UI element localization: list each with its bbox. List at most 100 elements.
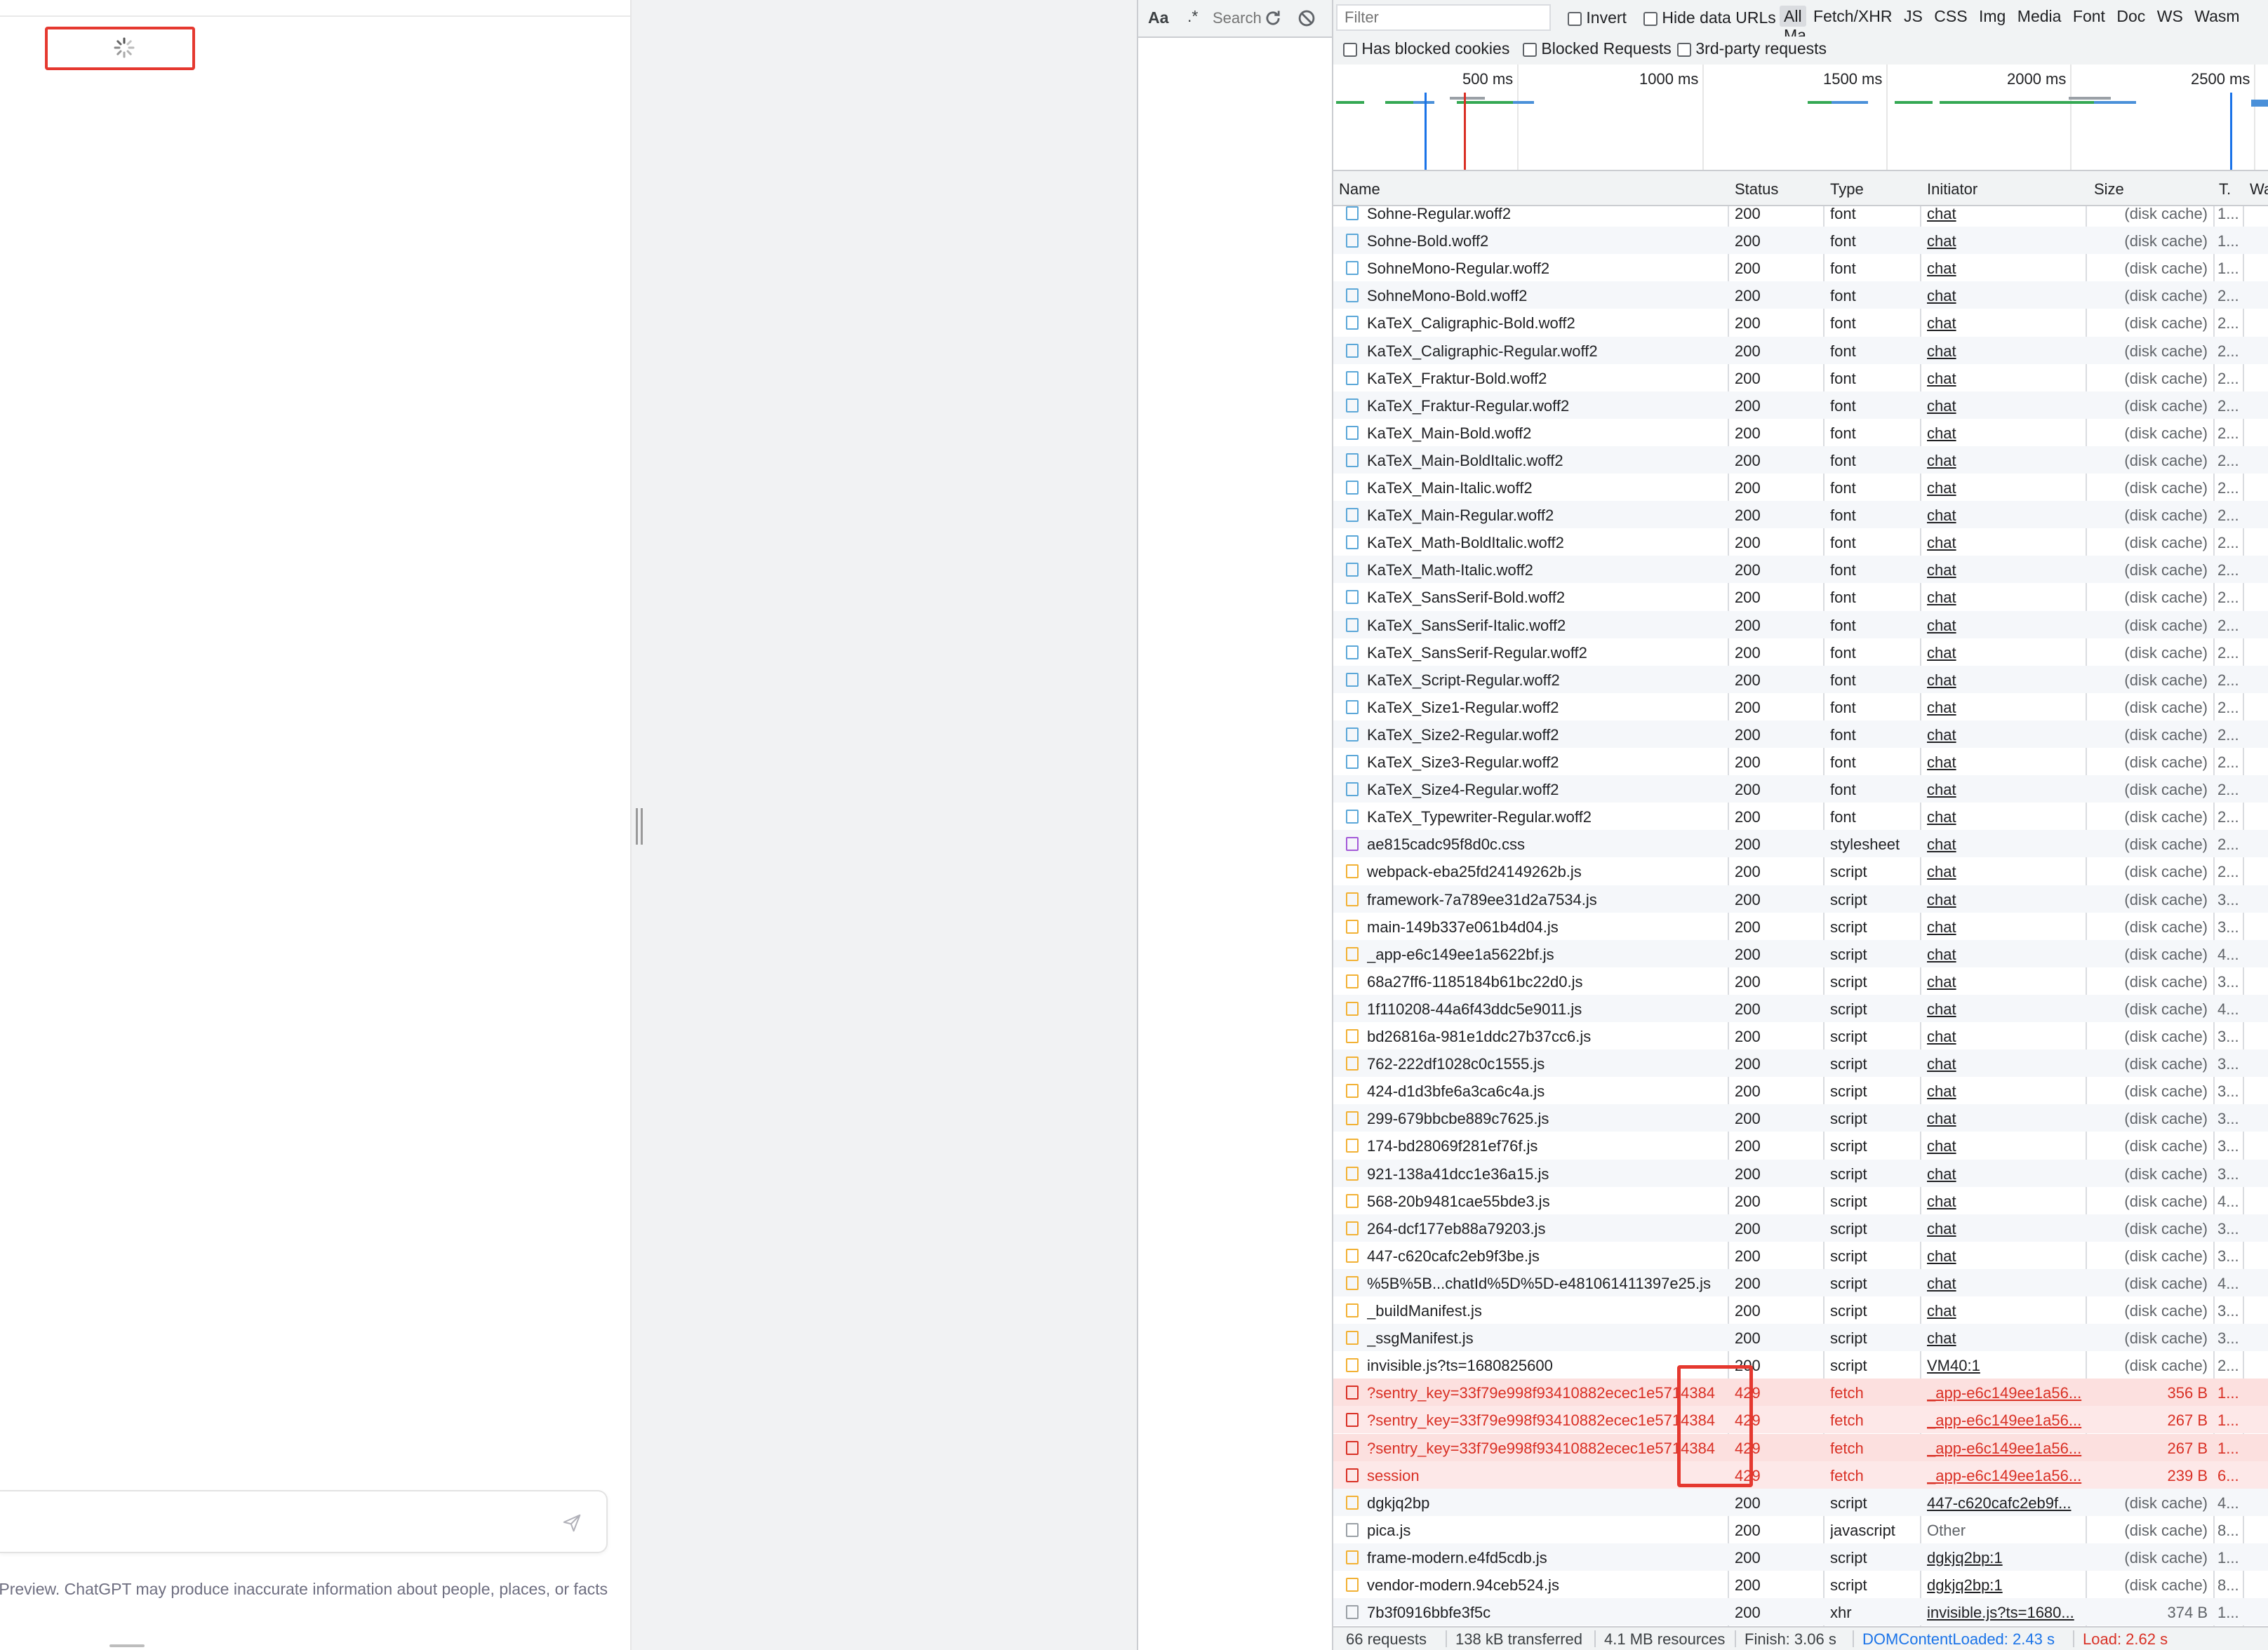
request-initiator[interactable]: chat	[1927, 314, 2086, 333]
request-initiator[interactable]: chat	[1927, 1082, 2086, 1101]
request-initiator[interactable]: dgkjq2bp:1	[1927, 1576, 2086, 1595]
request-initiator[interactable]: chat	[1927, 1055, 2086, 1073]
request-initiator[interactable]: chat	[1927, 287, 2086, 305]
type-filter-fetch-xhr[interactable]: Fetch/XHR	[1809, 6, 1896, 27]
request-name[interactable]: _ssgManifest.js	[1367, 1329, 1725, 1348]
table-row[interactable]: Sohne-Bold.woff2 200 font chat (disk cache) 1…	[1333, 227, 2268, 255]
table-row[interactable]: 762-222df1028c0c1555.js 200 script chat (dis…	[1333, 1049, 2268, 1078]
table-row[interactable]: KaTeX_SansSerif-Bold.woff2 200 font chat (di…	[1333, 583, 2268, 610]
request-name[interactable]: 7b3f0916bbfe3f5c	[1367, 1604, 1725, 1622]
has-blocked-cookies-option[interactable]: Has blocked cookies	[1343, 39, 1509, 58]
request-name[interactable]: 264-dcf177eb88a79203.js	[1367, 1220, 1725, 1238]
match-case-button[interactable]: Aa	[1148, 8, 1168, 27]
request-name[interactable]: session	[1367, 1467, 1725, 1485]
request-name[interactable]: KaTeX_Main-Italic.woff2	[1367, 479, 1725, 497]
table-row[interactable]: _buildManifest.js 200 script chat (disk cach…	[1333, 1296, 2268, 1324]
table-row[interactable]: 568-20b9481cae55bde3.js 200 script chat (dis…	[1333, 1187, 2268, 1214]
request-name[interactable]: bd26816a-981e1ddc27b37cc6.js	[1367, 1028, 1725, 1046]
request-name[interactable]: 447-c620cafc2eb9f3be.js	[1367, 1247, 1725, 1266]
table-row[interactable]: main-149b337e061b4d04.js 200 script chat (di…	[1333, 913, 2268, 940]
type-filter-all[interactable]: All	[1780, 6, 1806, 27]
blocked-requests-option[interactable]: Blocked Requests	[1523, 39, 1672, 58]
table-row[interactable]: KaTeX_Size3-Regular.woff2 200 font chat (dis…	[1333, 748, 2268, 775]
third-party-requests-checkbox[interactable]	[1677, 42, 1691, 57]
request-initiator[interactable]: chat	[1927, 507, 2086, 525]
request-initiator[interactable]: chat	[1927, 808, 2086, 826]
request-name[interactable]: KaTeX_Main-BoldItalic.woff2	[1367, 452, 1725, 470]
table-row[interactable]: KaTeX_Caligraphic-Regular.woff2 200 font ch…	[1333, 336, 2268, 364]
table-row[interactable]: KaTeX_SansSerif-Regular.woff2 200 font chat…	[1333, 638, 2268, 666]
request-name[interactable]: ?sentry_key=33f79e998f93410882ecec1e5714…	[1367, 1440, 1725, 1458]
request-name[interactable]: framework-7a789ee31d2a7534.js	[1367, 891, 1725, 909]
regex-button[interactable]: .*	[1187, 7, 1198, 26]
request-initiator[interactable]: chat	[1927, 397, 2086, 415]
request-name[interactable]: 762-222df1028c0c1555.js	[1367, 1055, 1725, 1073]
request-name[interactable]: pica.js	[1367, 1522, 1725, 1540]
request-initiator[interactable]: chat	[1927, 589, 2086, 607]
request-name[interactable]: KaTeX_SansSerif-Regular.woff2	[1367, 644, 1725, 662]
invert-option[interactable]: Invert	[1568, 8, 1627, 27]
request-name[interactable]: KaTeX_SansSerif-Bold.woff2	[1367, 589, 1725, 607]
request-initiator[interactable]: chat	[1927, 1110, 2086, 1128]
table-row[interactable]: KaTeX_Size2-Regular.woff2 200 font chat (dis…	[1333, 720, 2268, 748]
request-name[interactable]: frame-modern.e4fd5cdb.js	[1367, 1549, 1725, 1567]
request-name[interactable]: Sohne-Bold.woff2	[1367, 232, 1725, 250]
request-initiator[interactable]: chat	[1927, 424, 2086, 443]
table-row[interactable]: SohneMono-Bold.woff2 200 font chat (disk cac…	[1333, 281, 2268, 309]
table-row[interactable]: KaTeX_Fraktur-Bold.woff2 200 font chat (disk…	[1333, 364, 2268, 391]
table-row[interactable]: KaTeX_Math-BoldItalic.woff2 200 font chat (d…	[1333, 528, 2268, 556]
request-initiator[interactable]: chat	[1927, 836, 2086, 854]
send-icon[interactable]	[561, 1512, 582, 1534]
request-name[interactable]: main-149b337e061b4d04.js	[1367, 918, 1725, 937]
search-input[interactable]	[1213, 7, 1262, 29]
type-filter-css[interactable]: CSS	[1930, 6, 1971, 27]
table-row[interactable]: KaTeX_Math-Italic.woff2 200 font chat (disk …	[1333, 556, 2268, 584]
request-initiator[interactable]: chat	[1927, 973, 2086, 991]
request-initiator[interactable]: chat	[1927, 863, 2086, 881]
table-row[interactable]: webpack-eba25fd24149262b.js 200 script chat…	[1333, 857, 2268, 885]
has-blocked-cookies-checkbox[interactable]	[1343, 42, 1357, 57]
request-initiator[interactable]: chat	[1927, 1000, 2086, 1019]
request-initiator[interactable]: chat	[1927, 1165, 2086, 1183]
table-row[interactable]: 1f110208-44a6f43ddc5e9011.js 200 script cha…	[1333, 994, 2268, 1022]
table-row[interactable]: SohneMono-Regular.woff2 200 font chat (disk …	[1333, 254, 2268, 281]
table-row[interactable]: pica.js 200 javascript Other (disk cache) 8..…	[1333, 1516, 2268, 1543]
invert-checkbox[interactable]	[1568, 11, 1582, 26]
request-initiator[interactable]: chat	[1927, 370, 2086, 388]
request-name[interactable]: KaTeX_Typewriter-Regular.woff2	[1367, 808, 1725, 826]
request-initiator[interactable]: chat	[1927, 726, 2086, 744]
request-name[interactable]: KaTeX_Main-Regular.woff2	[1367, 507, 1725, 525]
column-header-waterfall[interactable]: Waterfall	[2250, 180, 2268, 199]
request-name[interactable]: KaTeX_Script-Regular.woff2	[1367, 671, 1725, 690]
table-row[interactable]: ?sentry_key=33f79e998f93410882ecec1e5714…	[1333, 1433, 2268, 1461]
table-row[interactable]: _app-e6c149ee1a5622bf.js 200 script chat (di…	[1333, 939, 2268, 967]
type-filter-js[interactable]: JS	[1900, 6, 1927, 27]
table-row[interactable]: KaTeX_Main-Italic.woff2 200 font chat (disk …	[1333, 474, 2268, 501]
pane-splitter-handle[interactable]	[636, 808, 644, 845]
request-name[interactable]: 299-679bbcbe889c7625.js	[1367, 1110, 1725, 1128]
request-initiator[interactable]: _app-e6c149ee1a56...	[1927, 1467, 2086, 1485]
type-filter-wasm[interactable]: Wasm	[2190, 6, 2243, 27]
clear-icon[interactable]	[1297, 8, 1316, 28]
request-initiator[interactable]: chat	[1927, 342, 2086, 361]
request-initiator[interactable]: VM40:1	[1927, 1357, 2086, 1375]
refresh-icon[interactable]	[1263, 8, 1283, 28]
table-row[interactable]: invisible.js?ts=1680825600 200 script VM40:…	[1333, 1351, 2268, 1379]
request-initiator[interactable]: _app-e6c149ee1a56...	[1927, 1384, 2086, 1402]
request-name[interactable]: webpack-eba25fd24149262b.js	[1367, 863, 1725, 881]
hide-data-urls-option[interactable]: Hide data URLs	[1643, 8, 1776, 27]
request-initiator[interactable]: chat	[1927, 1028, 2086, 1046]
request-name[interactable]: KaTeX_Math-BoldItalic.woff2	[1367, 534, 1725, 552]
request-initiator[interactable]: chat	[1927, 644, 2086, 662]
request-name[interactable]: 424-d1d3bfe6a3ca6c4a.js	[1367, 1082, 1725, 1101]
request-initiator[interactable]: _app-e6c149ee1a56...	[1927, 1440, 2086, 1458]
table-row[interactable]: 921-138a41dcc1e36a15.js 200 script chat (dis…	[1333, 1159, 2268, 1187]
request-name[interactable]: _buildManifest.js	[1367, 1302, 1725, 1320]
table-row[interactable]: Sohne-Regular.woff2 200 font chat (disk cach…	[1333, 206, 2268, 227]
column-header-initiator[interactable]: Initiator	[1927, 180, 1977, 199]
request-initiator[interactable]: chat	[1927, 479, 2086, 497]
request-initiator[interactable]: chat	[1927, 206, 2086, 223]
request-name[interactable]: 174-bd28069f281ef76f.js	[1367, 1137, 1725, 1155]
table-row[interactable]: 264-dcf177eb88a79203.js 200 script chat (dis…	[1333, 1214, 2268, 1242]
request-initiator[interactable]: chat	[1927, 534, 2086, 552]
